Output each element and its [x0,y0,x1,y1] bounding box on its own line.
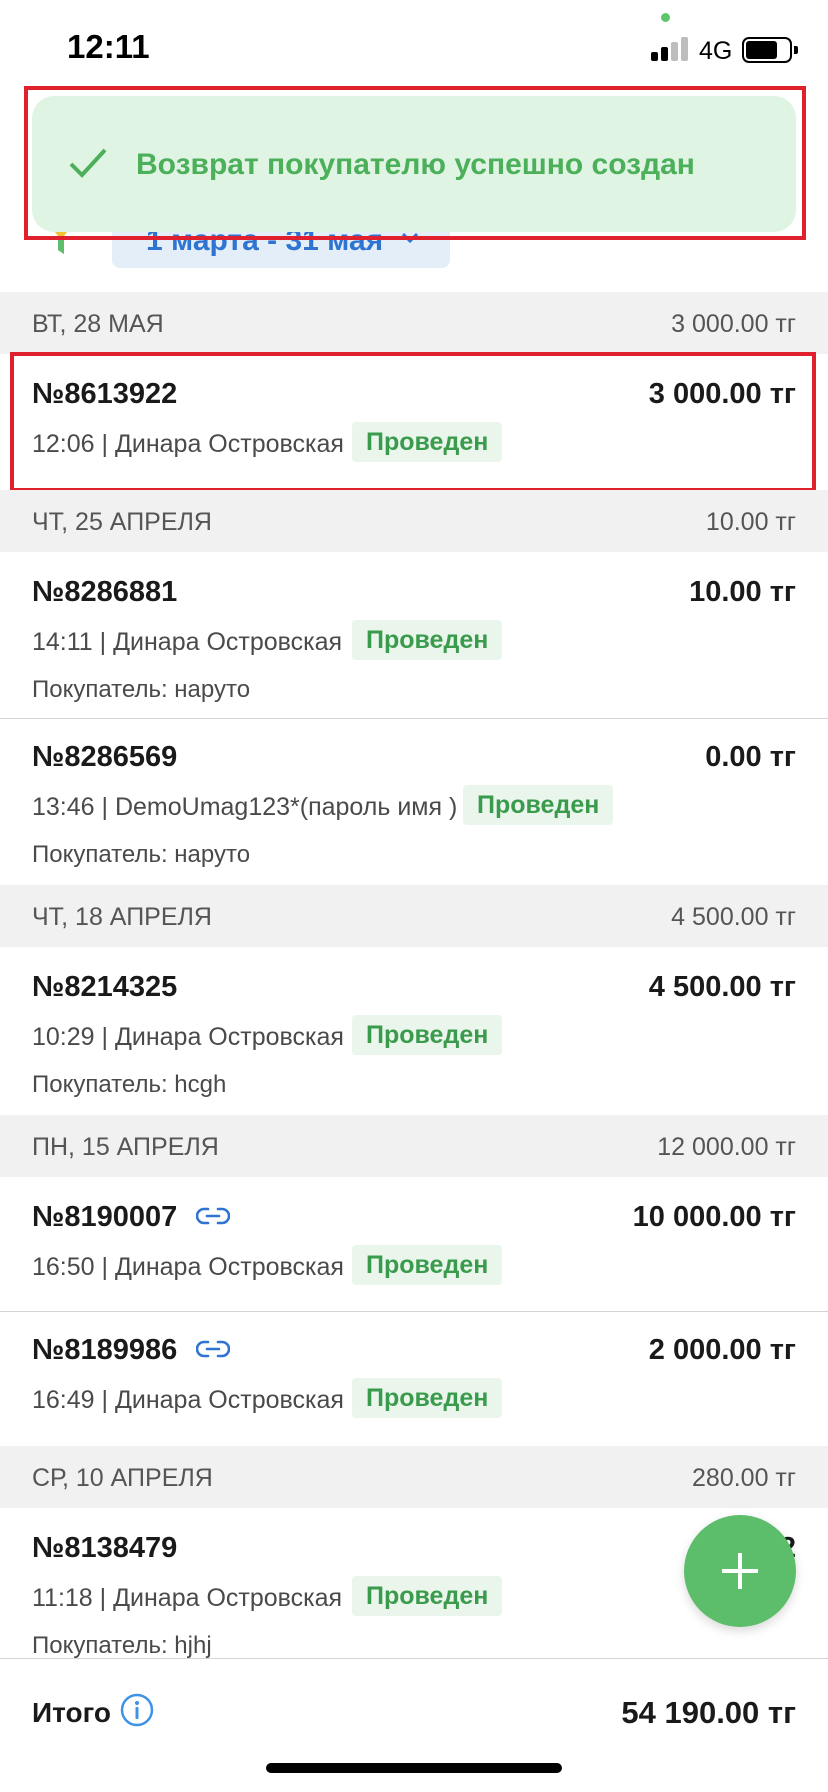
record-number: №8286569 [32,741,178,773]
link-icon [196,1340,230,1358]
record-meta: 16:50 | Динара Островская [32,1253,344,1281]
record-meta: 10:29 | Динара Островская [32,1023,344,1051]
return-record[interactable]: №8613922 3 000.00 тг 12:06 | Динара Остр… [0,354,828,490]
day-sum: 12 000.00 тг [657,1133,796,1161]
record-number: №8190007 [32,1201,178,1233]
add-button[interactable] [684,1515,796,1627]
record-meta: 16:49 | Динара Островская [32,1386,344,1414]
record-meta: 13:46 | DemoUmag123*(пароль имя ) [32,793,458,821]
status-badge: Проведен [352,422,503,462]
status-bar: 12:11 4G [0,0,828,90]
record-amount: 4 500.00 тг [648,971,796,1003]
day-sum: 280.00 тг [692,1464,796,1492]
day-sum: 10.00 тг [705,508,796,536]
record-buyer: Покупатель: наруто [32,841,251,868]
status-badge: Проведен [352,1015,503,1055]
record-number: №8189986 [32,1334,178,1366]
day-label: СР, 10 АПРЕЛЯ [32,1464,213,1492]
status-badge: Проведен [463,785,614,825]
day-label: ЧТ, 25 АПРЕЛЯ [32,508,212,536]
privacy-indicator-dot [661,13,670,22]
day-label: ВТ, 28 МАЯ [32,310,164,338]
record-meta: 12:06 | Динара Островская [32,430,344,458]
home-indicator[interactable] [266,1763,562,1773]
battery-icon [742,37,798,63]
record-buyer: Покупатель: наруто [32,676,251,703]
day-header: ПН, 15 АПРЕЛЯ 12 000.00 тг [0,1115,828,1177]
return-record[interactable]: №8190007 10 000.00 тг 16:50 | Динара Ост… [0,1177,828,1311]
record-amount: 0.00 тг [705,741,796,773]
status-badge: Проведен [352,1245,503,1285]
record-amount: 10 000.00 тг [632,1201,796,1233]
record-number: №8138479 [32,1532,178,1564]
record-buyer: Покупатель: hcgh [32,1071,227,1098]
status-badge: Проведен [352,620,503,660]
day-header: СР, 10 АПРЕЛЯ 280.00 тг [0,1446,828,1508]
total-amount: 54 190.00 тг [621,1695,796,1730]
record-number: №8214325 [32,971,178,1003]
return-record[interactable]: №8286569 0.00 тг 13:46 | DemoUmag123*(па… [0,719,828,885]
record-amount: 3 000.00 тг [648,378,796,410]
record-meta: 14:11 | Динара Островская [32,628,343,656]
return-record[interactable]: №8189986 2 000.00 тг 16:49 | Динара Остр… [0,1312,828,1446]
day-label: ПН, 15 АПРЕЛЯ [32,1133,219,1161]
day-sum: 3 000.00 тг [671,310,796,338]
record-meta: 11:18 | Динара Островская [32,1584,343,1612]
day-header: ВТ, 28 МАЯ 3 000.00 тг [0,292,828,354]
return-record[interactable]: №8214325 4 500.00 тг 10:29 | Динара Остр… [0,947,828,1115]
day-label: ЧТ, 18 АПРЕЛЯ [32,903,212,931]
day-header: ЧТ, 18 АПРЕЛЯ 4 500.00 тг [0,885,828,947]
record-amount: 10.00 тг [689,576,796,608]
network-type: 4G [699,37,733,65]
record-number: №8286881 [32,576,178,608]
record-number: №8613922 [32,378,178,410]
status-badge: Проведен [352,1576,503,1616]
status-badge: Проведен [352,1378,503,1418]
toast-message: Возврат покупателю успешно создан [136,148,695,181]
checkmark-icon [69,148,107,178]
link-icon [196,1207,230,1225]
record-buyer: Покупатель: hjhj [32,1632,212,1659]
status-time: 12:11 [67,28,150,65]
info-icon[interactable] [120,1693,154,1727]
total-label: Итого [32,1697,111,1728]
success-toast: Возврат покупателю успешно создан [32,96,796,232]
signal-strength-icon [651,36,691,61]
record-amount: 2 000.00 тг [648,1334,796,1366]
day-sum: 4 500.00 тг [671,903,796,931]
day-header: ЧТ, 25 АПРЕЛЯ 10.00 тг [0,490,828,552]
return-record[interactable]: №8286881 10.00 тг 14:11 | Динара Островс… [0,552,828,718]
